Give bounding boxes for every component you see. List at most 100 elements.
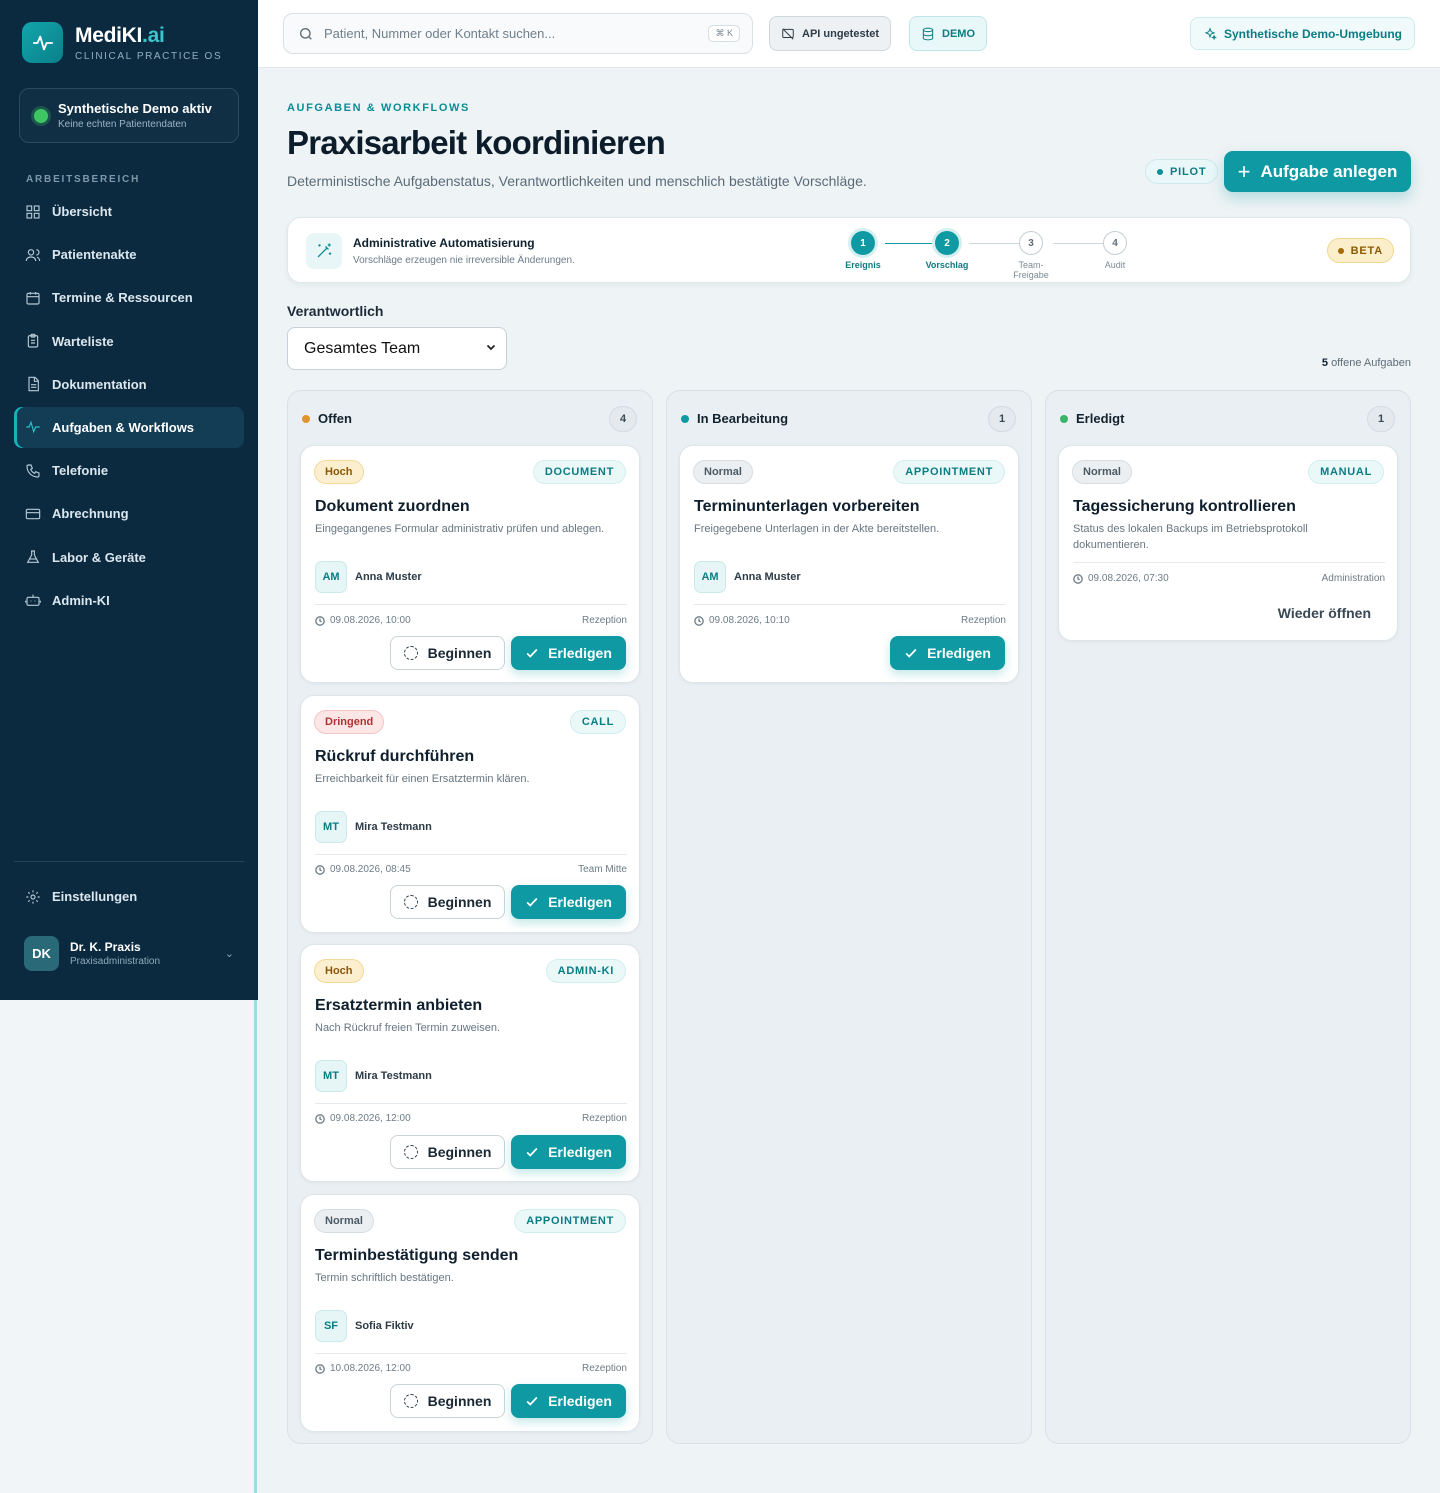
sparkles-icon	[1204, 26, 1217, 40]
priority-badge: Hoch	[314, 959, 364, 983]
user-menu[interactable]: DK Dr. K. Praxis Praxisadministration ⌄	[24, 936, 238, 971]
complete-task-button[interactable]: Erledigen	[511, 1384, 626, 1418]
step-number: 3	[1019, 231, 1043, 255]
task-type-badge: MANUAL	[1308, 460, 1384, 484]
sidebar-item-admin-ki[interactable]: Admin-KI	[14, 580, 244, 621]
assignee-filter-select[interactable]: Gesamtes Team	[287, 327, 507, 370]
task-type-badge: CALL	[569, 710, 626, 734]
sidebar-item-label: Einstellungen	[52, 889, 138, 904]
sidebar-item-patientenakte[interactable]: Patientenakte	[14, 234, 244, 275]
task-type-badge: APPOINTMENT	[514, 1209, 626, 1233]
task-card[interactable]: Hoch ADMIN-KI Ersatztermin anbieten Nach…	[300, 944, 640, 1182]
complete-task-button[interactable]: Erledigen	[890, 636, 1005, 670]
task-card[interactable]: Normal MANUAL Tagessicherung kontrollier…	[1058, 445, 1398, 641]
priority-badge: Normal	[314, 1209, 374, 1233]
topbar: ⌘ K API ungetestet DEMO Synthetische Dem…	[258, 0, 1440, 68]
sidebar-item-label: Patientenakte	[52, 247, 137, 263]
task-card[interactable]: Dringend CALL Rückruf durchführen Erreic…	[300, 695, 640, 933]
demo-status-subtitle: Keine echten Patientendaten	[58, 119, 187, 130]
step-label: Team-Freigabe	[1013, 260, 1049, 280]
sidebar-item-termine[interactable]: Termine & Ressourcen	[14, 277, 244, 318]
sidebar-item-telefonie[interactable]: Telefonie	[14, 450, 244, 491]
complete-task-button[interactable]: Erledigen	[511, 1135, 626, 1169]
avatar: DK	[24, 936, 59, 971]
app-logo[interactable]: MediKI.ai CLINICAL PRACTICE OS	[22, 22, 222, 63]
user-role: Praxisadministration	[70, 956, 161, 967]
task-meta: 09.08.2026, 12:00 Rezeption	[315, 1113, 627, 1124]
assignee-filter-value: Gesamtes Team	[304, 339, 421, 357]
assignee-name: Mira Testmann	[355, 1070, 432, 1082]
page-description: Deterministische Aufgabenstatus, Verantw…	[287, 173, 867, 189]
activity-icon	[26, 421, 40, 434]
calendar-icon	[26, 291, 40, 305]
task-card[interactable]: Hoch DOCUMENT Dokument zuordnen Eingegan…	[300, 445, 640, 683]
nav-section-label: ARBEITSBEREICH	[26, 174, 141, 185]
check-icon	[526, 897, 538, 907]
task-team: Team Mitte	[578, 864, 627, 875]
priority-badge: Dringend	[314, 710, 385, 734]
priority-badge: Hoch	[314, 460, 364, 484]
step-vorschlag: 2 Vorschlag	[917, 231, 977, 270]
app-subtitle: CLINICAL PRACTICE OS	[75, 50, 223, 62]
sidebar-item-einstellungen[interactable]: Einstellungen	[14, 876, 244, 917]
sidebar-item-uebersicht[interactable]: Übersicht	[14, 191, 244, 232]
complete-task-button[interactable]: Erledigen	[511, 885, 626, 919]
start-task-button[interactable]: Beginnen	[390, 1384, 505, 1418]
search-input[interactable]	[324, 26, 684, 41]
grid-icon	[26, 204, 40, 219]
task-meta: 09.08.2026, 10:10 Rezeption	[694, 615, 1006, 626]
sidebar-item-aufgaben[interactable]: Aufgaben & Workflows	[14, 406, 244, 448]
progress-icon	[403, 895, 418, 909]
task-card[interactable]: Normal APPOINTMENT Terminunterlagen vorb…	[679, 445, 1019, 683]
status-dot-icon	[1060, 414, 1068, 423]
clock-icon	[315, 615, 325, 626]
clock-icon	[1073, 573, 1083, 584]
progress-icon	[403, 1145, 418, 1159]
task-team: Rezeption	[581, 1363, 627, 1374]
status-dot-icon	[34, 108, 48, 123]
demo-status-title: Synthetische Demo aktiv	[58, 101, 212, 116]
task-assignee: MT Mira Testmann	[315, 1060, 432, 1092]
environment-badge[interactable]: Synthetische Demo-Umgebung	[1189, 17, 1415, 50]
sidebar-item-label: Übersicht	[52, 204, 112, 219]
sidebar-item-abrechnung[interactable]: Abrechnung	[14, 493, 244, 534]
sidebar-divider	[14, 861, 244, 862]
task-team: Rezeption	[960, 615, 1006, 626]
pulse-logo-icon	[22, 22, 63, 63]
sidebar: MediKI.ai CLINICAL PRACTICE OS Synthetis…	[0, 0, 258, 1000]
app-name: MediKI.ai	[75, 23, 165, 47]
task-card[interactable]: Normal APPOINTMENT Terminbestätigung sen…	[300, 1194, 640, 1432]
card-divider	[315, 1353, 627, 1354]
sidebar-item-labor[interactable]: Labor & Geräte	[14, 537, 244, 578]
start-task-button[interactable]: Beginnen	[390, 636, 505, 670]
start-task-button[interactable]: Beginnen	[390, 885, 505, 919]
task-meta: 09.08.2026, 10:00 Rezeption	[315, 615, 627, 626]
sidebar-item-label: Admin-KI	[52, 592, 110, 608]
column-in-bearbeitung: In Bearbeitung 1 Normal APPOINTMENT Term…	[666, 390, 1032, 1444]
sidebar-item-label: Dokumentation	[52, 376, 147, 392]
page-eyebrow: AUFGABEN & WORKFLOWS	[287, 102, 470, 114]
reopen-task-button[interactable]: Wieder öffnen	[1266, 598, 1383, 628]
add-task-button[interactable]: + Aufgabe anlegen	[1224, 151, 1411, 192]
search-box[interactable]: ⌘ K	[283, 13, 753, 54]
flask-icon	[26, 550, 40, 563]
task-due-date: 09.08.2026, 10:10	[709, 615, 790, 626]
sidebar-item-warteliste[interactable]: Warteliste	[14, 321, 244, 362]
start-task-button[interactable]: Beginnen	[390, 1135, 505, 1169]
task-title: Ersatztermin anbieten	[315, 997, 483, 1014]
database-icon	[922, 27, 934, 40]
complete-task-button[interactable]: Erledigen	[511, 636, 626, 670]
task-title: Terminbestätigung senden	[315, 1247, 519, 1264]
column-count: 1	[1367, 406, 1395, 432]
document-icon	[28, 377, 39, 392]
demo-mode-badge[interactable]: DEMO	[909, 16, 987, 51]
task-description: Status des lokalen Backups im Betriebspr…	[1073, 523, 1308, 551]
clock-icon	[315, 1113, 325, 1124]
task-title: Rückruf durchführen	[315, 748, 475, 765]
card-divider	[694, 604, 1006, 605]
clock-icon	[694, 615, 704, 626]
assignee-filter-label: Verantwortlich	[287, 303, 384, 319]
sidebar-item-dokumentation[interactable]: Dokumentation	[14, 364, 244, 405]
task-team: Administration	[1321, 573, 1385, 584]
api-status-button[interactable]: API ungetestet	[769, 16, 892, 51]
